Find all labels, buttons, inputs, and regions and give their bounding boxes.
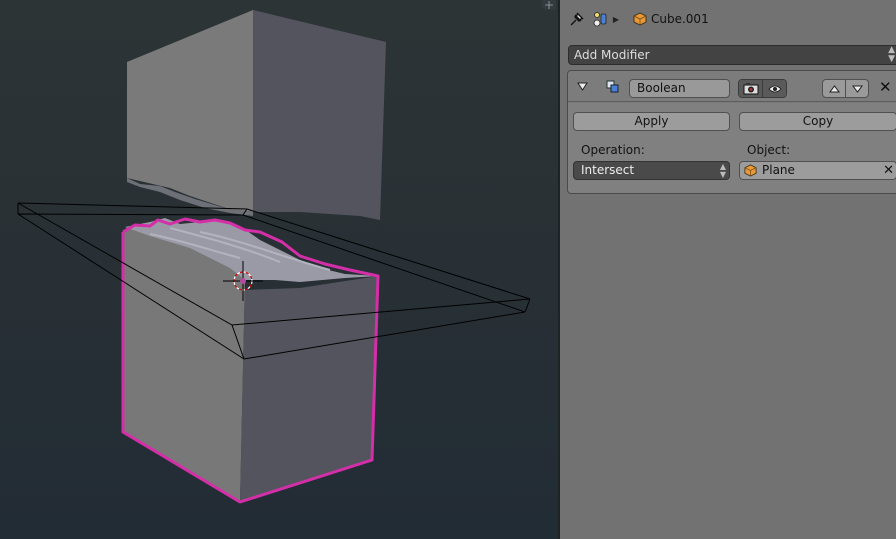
modifier-context-icon[interactable]: [592, 11, 608, 27]
eye-icon[interactable]: [762, 80, 786, 97]
move-buttons: [822, 79, 869, 98]
operation-select[interactable]: Intersect ▲ ▼: [573, 161, 730, 180]
bottom-cube-right-face: [240, 276, 378, 502]
add-modifier-label: Add Modifier: [574, 48, 650, 62]
modifier-header: Boolean ✕: [568, 71, 896, 102]
top-cube-left-face: [127, 10, 253, 212]
3d-viewport[interactable]: +: [0, 0, 558, 539]
object-field[interactable]: Plane ✕: [739, 161, 896, 180]
up-down-arrows-icon: ▲ ▼: [888, 45, 895, 64]
pin-icon[interactable]: [569, 11, 585, 27]
scene-render: [17, 10, 531, 504]
properties-panel: ▶ Cube.001 Add Modifier ▲ ▼ Boolean ✕ Ap…: [560, 0, 896, 539]
cube-icon: [744, 164, 757, 182]
triangle-down-icon[interactable]: [845, 80, 868, 97]
object-label: Object:: [747, 143, 791, 157]
plus-icon[interactable]: +: [542, 0, 556, 11]
boolean-modifier-panel: Boolean ✕ Apply Copy Operation: Object: …: [567, 70, 896, 194]
add-modifier-dropdown[interactable]: Add Modifier ▲ ▼: [568, 45, 896, 65]
object-name-breadcrumb: Cube.001: [651, 12, 709, 26]
apply-button[interactable]: Apply: [573, 112, 730, 131]
operation-value: Intersect: [581, 163, 635, 177]
cube-icon: [632, 11, 648, 27]
triangle-down-icon[interactable]: [577, 81, 588, 94]
copy-button[interactable]: Copy: [739, 112, 896, 131]
camera-icon[interactable]: [739, 80, 762, 97]
top-cube-right-face: [253, 10, 386, 220]
up-down-arrows-icon: ▲ ▼: [719, 162, 726, 179]
boolean-modifier-icon: [606, 80, 619, 96]
close-icon[interactable]: ✕: [883, 162, 894, 179]
modifier-name-input[interactable]: Boolean: [629, 79, 730, 98]
triangle-up-icon[interactable]: [823, 80, 845, 97]
visibility-toggles: [738, 79, 787, 98]
chevron-right-icon: ▶: [612, 14, 620, 24]
operation-label: Operation:: [581, 143, 645, 157]
object-value: Plane: [762, 163, 795, 177]
close-icon[interactable]: ✕: [879, 78, 892, 96]
properties-header: ▶ Cube.001: [560, 0, 896, 38]
